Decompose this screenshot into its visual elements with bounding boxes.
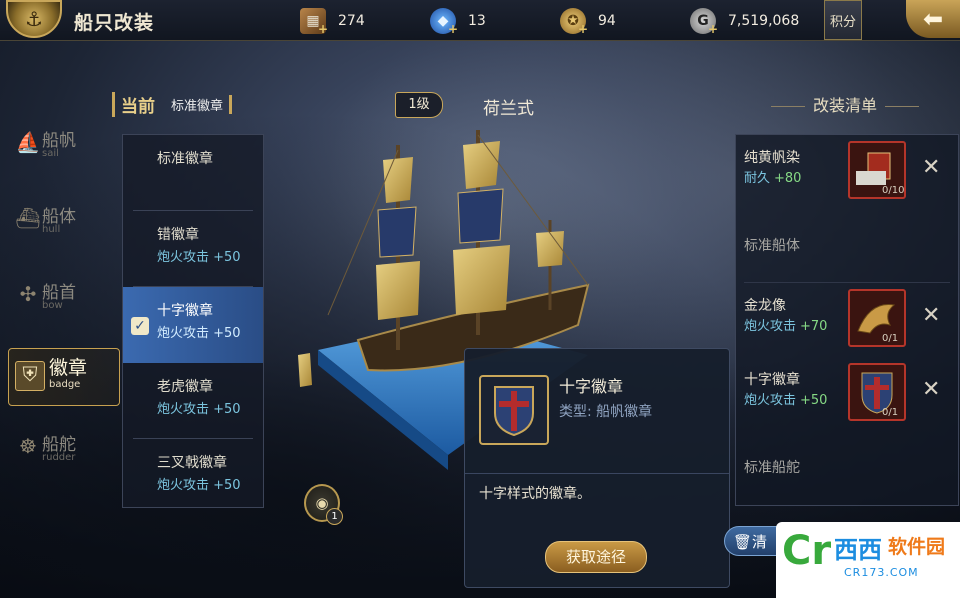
list-item[interactable]: 标准徽章 (123, 135, 263, 211)
gold-medal-icon: ✪ + (560, 8, 588, 36)
tooltip-type: 类型: 船帆徽章 (559, 404, 653, 420)
mod-item: 金龙像 炮火攻击 +70 0/1 ✕ (736, 283, 958, 357)
ship-name: 荷兰式 (483, 99, 534, 119)
current-label: 当前 (112, 91, 161, 117)
badge-list: 标准徽章 错徽章 炮火攻击 +50 ✓ 十字徽章 炮火攻击 +50 老虎徽章 炮… (122, 134, 264, 508)
current-badge-header: 当前 标准徽章 (112, 90, 233, 118)
hull-icon: ⛴ (15, 206, 41, 230)
remove-close-icon[interactable]: ✕ (922, 377, 940, 402)
score-button[interactable]: 积分 (824, 0, 862, 40)
resource-medal[interactable]: ✪ + 94 (560, 8, 616, 36)
back-arrow-icon[interactable]: ⬅ (906, 0, 960, 38)
view-eye-icon[interactable]: ◉ 1 (304, 484, 343, 525)
resource-chest[interactable]: ▦ + 274 (300, 8, 365, 36)
nav-item-hull[interactable]: ⛴ 船体 hull (8, 194, 120, 270)
item-tooltip: 十字徽章 类型: 船帆徽章 十字样式的徽章。 获取途径 (464, 348, 730, 588)
mod-item: 纯黄帆染 耐久 +80 0/10 ✕ (736, 135, 958, 209)
list-item[interactable]: 老虎徽章 炮火攻击 +50 (123, 363, 263, 439)
obtain-button[interactable]: 获取途径 (545, 541, 647, 573)
cross-badge-icon (479, 375, 549, 445)
nav-item-sail[interactable]: ⛵ 船帆 sail (8, 118, 120, 194)
mod-list: 纯黄帆染 耐久 +80 0/10 ✕ 标准船体 金龙像 炮火攻击 +70 0/1 ✕… (735, 134, 959, 506)
menu-emblem-icon[interactable]: ⚓ (6, 0, 62, 38)
category-nav: ⛵ 船帆 sail ⛴ 船体 hull ✣ 船首 bow ⛨ 徽章 badge … (8, 118, 120, 480)
resource-crystal[interactable]: ◆ + 13 (430, 8, 486, 36)
list-item-selected[interactable]: ✓ 十字徽章 炮火攻击 +50 (123, 287, 263, 363)
page-title: 船只改装 (74, 12, 155, 34)
mod-item: 十字徽章 炮火攻击 +50 0/1 ✕ (736, 357, 958, 431)
mod-item: 标准船体 (736, 209, 958, 283)
coin-icon: G + (690, 8, 718, 36)
list-item[interactable]: 三叉戟徽章 炮火攻击 +50 (123, 439, 263, 515)
check-icon: ✓ (131, 317, 149, 335)
tooltip-description: 十字样式的徽章。 (479, 486, 591, 502)
current-value: 标准徽章 (171, 94, 233, 114)
mod-item: 标准船舵 (744, 460, 800, 476)
nav-item-rudder[interactable]: ☸ 船舵 rudder (8, 422, 120, 498)
watermark-logo: Cr 西西 软件园 CR173.COM (776, 522, 960, 598)
sail-icon: ⛵ (15, 130, 41, 154)
badge-icon: ⛨ (15, 361, 45, 391)
nav-item-bow[interactable]: ✣ 船首 bow (8, 270, 120, 346)
chest-icon: ▦ + (300, 8, 328, 36)
resource-coin[interactable]: G + 7,519,068 (690, 8, 799, 36)
bow-icon: ✣ (19, 282, 37, 306)
list-item[interactable]: 错徽章 炮火攻击 +50 (123, 211, 263, 287)
rudder-icon: ☸ (19, 434, 37, 458)
blue-crystal-icon: ◆ + (430, 8, 458, 36)
mod-list-title: 改装清单 (740, 92, 950, 116)
tooltip-title: 十字徽章 (559, 377, 624, 396)
remove-close-icon[interactable]: ✕ (922, 155, 940, 180)
nav-item-badge[interactable]: ⛨ 徽章 badge (8, 348, 120, 406)
ship-level: 1级 (395, 92, 443, 118)
ship-header: 1级 荷兰式 (395, 92, 565, 119)
clear-button[interactable]: 🗑清 (724, 526, 784, 556)
eye-count-badge: 1 (326, 508, 343, 525)
remove-close-icon[interactable]: ✕ (922, 303, 940, 328)
top-bar: ⚓ 船只改装 ▦ + 274 ◆ + 13 ✪ + 94 G + 7,519,068 积… (0, 0, 960, 41)
